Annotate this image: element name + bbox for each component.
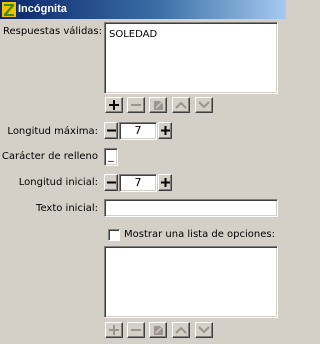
max-length-label: Longitud máxima: [7,126,98,137]
show-options-checkbox[interactable] [108,229,120,241]
minus-icon [106,129,116,132]
valid-answer-item[interactable]: SOLEDAD [109,29,157,40]
plus-icon [160,126,170,135]
remove-option-button[interactable] [127,322,145,338]
arrow-down-icon [198,101,210,109]
arrow-up-icon [175,326,187,334]
initial-length-increment-button[interactable] [158,174,172,191]
edit-answer-button[interactable] [149,97,167,113]
initial-text-label: Texto inicial: [36,203,98,214]
title-bar[interactable]: Incógnita [0,0,286,19]
plus-icon [109,100,119,110]
edit-icon [153,100,163,110]
edit-option-button[interactable] [149,322,167,338]
options-list[interactable] [104,246,278,318]
max-length-decrement-button[interactable] [104,122,118,139]
show-options-label[interactable]: Mostrar una lista de opciones: [124,229,275,241]
edit-icon [153,325,163,335]
move-up-answer-button[interactable] [172,97,190,113]
plus-icon [109,325,119,335]
fill-char-input[interactable]: _ [104,148,118,166]
valid-answers-label: Respuestas válidas: [3,26,103,37]
initial-length-input[interactable]: 7 [119,174,157,192]
valid-answers-list[interactable]: SOLEDAD [104,22,278,94]
fill-char-label: Carácter de relleno [1,151,98,162]
minus-icon [106,181,116,184]
move-up-option-button[interactable] [172,322,190,338]
move-down-answer-button[interactable] [195,97,213,113]
max-length-input[interactable]: 7 [119,122,157,140]
arrow-up-icon [175,101,187,109]
minus-icon [131,329,141,331]
move-down-option-button[interactable] [195,322,213,338]
initial-text-input[interactable] [104,199,278,217]
initial-length-label: Longitud inicial: [18,177,98,188]
add-answer-button[interactable] [105,97,123,113]
remove-answer-button[interactable] [127,97,145,113]
app-icon [2,2,16,17]
window-title: Incógnita [18,3,67,15]
max-length-increment-button[interactable] [158,122,172,139]
add-option-button[interactable] [105,322,123,338]
arrow-down-icon [198,326,210,334]
minus-icon [131,104,141,106]
plus-icon [160,178,170,187]
initial-length-decrement-button[interactable] [104,174,118,191]
